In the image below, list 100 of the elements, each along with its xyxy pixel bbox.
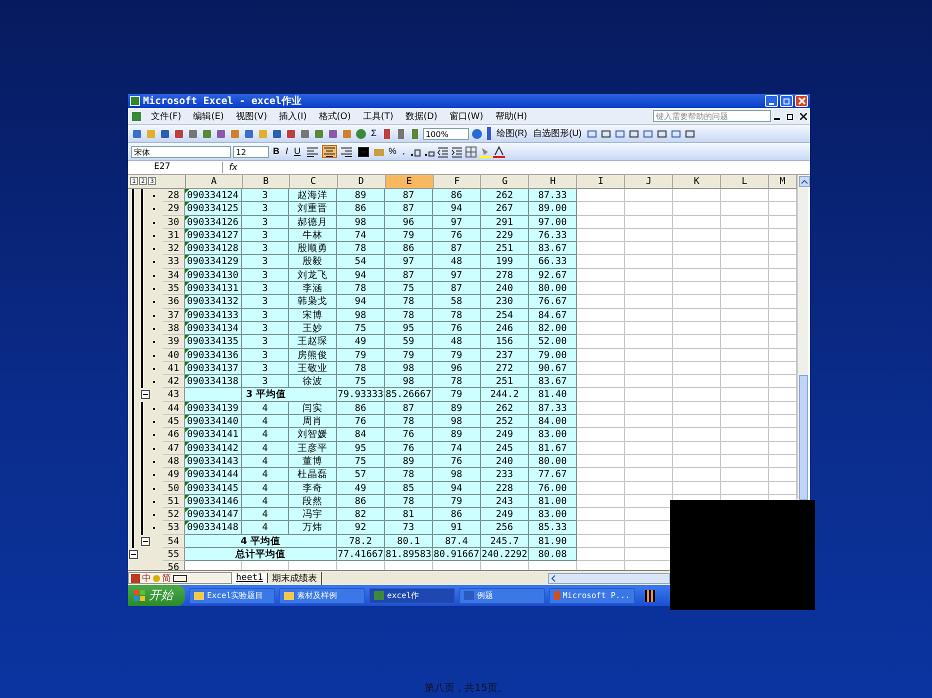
taskbar-button[interactable]: 例题 xyxy=(459,588,545,604)
align-left-button[interactable] xyxy=(304,145,320,158)
column-header[interactable]: K xyxy=(673,175,722,188)
column-header[interactable]: C xyxy=(290,175,338,188)
font-size-dropdown[interactable]: 12 xyxy=(233,146,269,158)
row-number[interactable]: 42 xyxy=(163,375,185,388)
align-center-button[interactable] xyxy=(322,145,337,158)
ime-script-toggle[interactable]: 简 xyxy=(162,572,171,584)
table-cell: 87 xyxy=(433,282,481,296)
row-number[interactable]: 32 xyxy=(163,242,185,256)
row-number[interactable]: 35 xyxy=(163,282,185,296)
minimize-button[interactable] xyxy=(765,95,778,107)
row-number[interactable]: 30 xyxy=(163,216,185,229)
menu-item[interactable]: 工具(T) xyxy=(356,110,400,122)
taskbar-button[interactable]: Microsoft P... xyxy=(549,588,635,604)
table-cell: 230 xyxy=(481,295,529,309)
column-header[interactable]: F xyxy=(434,175,482,188)
collapse-button[interactable] xyxy=(141,390,150,400)
draw-menu-button[interactable]: 绘图(R) xyxy=(494,127,530,140)
menu-item[interactable]: 文件(F) xyxy=(145,110,188,122)
align-right-button[interactable] xyxy=(338,145,354,158)
row-number[interactable]: 49 xyxy=(163,468,185,482)
font-color-icon[interactable] xyxy=(493,146,506,158)
taskbar-button[interactable]: Excel实验题目 xyxy=(189,588,275,604)
menu-item[interactable]: 帮助(H) xyxy=(489,110,534,122)
autosum-button[interactable]: Σ xyxy=(369,127,379,140)
comma-button[interactable]: , xyxy=(400,145,408,158)
column-header[interactable]: G xyxy=(481,175,530,188)
row-number[interactable]: 47 xyxy=(163,442,185,455)
name-box[interactable]: E27 xyxy=(128,162,223,173)
row-number[interactable]: 33 xyxy=(163,255,185,269)
bold-button[interactable]: B xyxy=(271,145,282,158)
row-number[interactable]: 46 xyxy=(163,428,185,442)
row-number[interactable]: 31 xyxy=(163,228,185,242)
start-button[interactable]: 开始 xyxy=(128,585,185,606)
row-number[interactable]: 29 xyxy=(163,202,185,216)
column-header[interactable]: L xyxy=(721,175,769,188)
insert-function-button[interactable]: fx xyxy=(223,162,244,172)
underline-button[interactable]: U xyxy=(292,145,303,158)
italic-button[interactable]: I xyxy=(284,145,290,158)
collapse-button[interactable] xyxy=(129,550,138,560)
scroll-left-icon[interactable] xyxy=(551,574,556,582)
sheet-tab[interactable]: heet1 xyxy=(232,573,268,583)
row-number[interactable]: 41 xyxy=(163,362,185,376)
font-dropdown[interactable]: 宋体 xyxy=(131,146,231,158)
ime-mode-toggle[interactable]: 中 xyxy=(142,572,151,584)
row-number[interactable]: 38 xyxy=(163,322,185,336)
row-number[interactable]: 55 xyxy=(163,548,185,562)
autoshapes-menu-button[interactable]: 自选图形(U) xyxy=(531,127,584,140)
decrease-indent-icon[interactable] xyxy=(437,146,450,158)
row-number[interactable]: 28 xyxy=(163,189,185,202)
menu-item[interactable]: 视图(V) xyxy=(230,110,274,122)
row-number[interactable]: 40 xyxy=(163,348,185,362)
collapse-button[interactable] xyxy=(141,536,150,546)
rectangle-icon[interactable] xyxy=(628,128,640,140)
column-header[interactable]: B xyxy=(242,175,290,188)
row-number[interactable]: 54 xyxy=(163,534,185,548)
align-merge-button[interactable] xyxy=(356,145,371,158)
column-header[interactable]: E xyxy=(386,175,434,188)
table-cell: 229 xyxy=(481,228,529,242)
help-search-field[interactable]: 键入需要帮助的问题 xyxy=(653,110,771,122)
scroll-thumb[interactable] xyxy=(799,375,808,500)
restore-icon[interactable] xyxy=(787,112,794,120)
percent-button[interactable]: % xyxy=(386,145,399,158)
menu-item[interactable]: 插入(I) xyxy=(273,110,313,122)
taskbar-button[interactable]: excel作 xyxy=(369,588,455,604)
row-number[interactable]: 37 xyxy=(163,308,185,322)
row-number[interactable]: 51 xyxy=(163,494,185,508)
increase-indent-icon[interactable] xyxy=(451,146,464,158)
close-button[interactable] xyxy=(795,95,808,107)
row-number[interactable]: 36 xyxy=(163,295,185,309)
menu-item[interactable]: 格式(O) xyxy=(312,110,357,122)
ime-logo-icon[interactable] xyxy=(131,574,140,582)
menu-item[interactable]: 窗口(W) xyxy=(443,110,490,122)
column-header[interactable]: A xyxy=(186,175,243,188)
taskbar-button[interactable]: 素材及样例 xyxy=(279,588,365,604)
scroll-up-icon[interactable] xyxy=(799,176,810,187)
column-header[interactable]: J xyxy=(625,175,674,188)
row-number[interactable]: 52 xyxy=(163,508,185,522)
table-cell: 090334138 xyxy=(185,375,242,388)
close-icon[interactable] xyxy=(800,112,807,120)
row-number[interactable]: 45 xyxy=(163,415,185,428)
zoom-dropdown[interactable]: 100% xyxy=(422,128,469,140)
column-header[interactable]: I xyxy=(577,175,626,188)
row-number[interactable]: 44 xyxy=(163,402,185,416)
tray-icon[interactable] xyxy=(645,590,655,602)
borders-icon[interactable] xyxy=(465,146,478,158)
menu-item[interactable]: 编辑(E) xyxy=(187,110,230,122)
vertical-scrollbar[interactable] xyxy=(797,175,808,499)
row-number[interactable]: 43 xyxy=(163,388,185,402)
row-number[interactable]: 34 xyxy=(163,268,185,282)
menu-item[interactable]: 数据(D) xyxy=(399,110,444,122)
column-header[interactable]: H xyxy=(529,175,578,188)
restore-button[interactable] xyxy=(780,95,793,107)
row-number[interactable]: 48 xyxy=(163,454,185,468)
keyboard-icon[interactable] xyxy=(173,574,187,582)
row-number[interactable]: 50 xyxy=(163,482,185,495)
row-number[interactable]: 53 xyxy=(163,521,185,535)
row-number[interactable]: 39 xyxy=(163,335,185,349)
horizontal-scrollbar[interactable] xyxy=(548,572,670,584)
